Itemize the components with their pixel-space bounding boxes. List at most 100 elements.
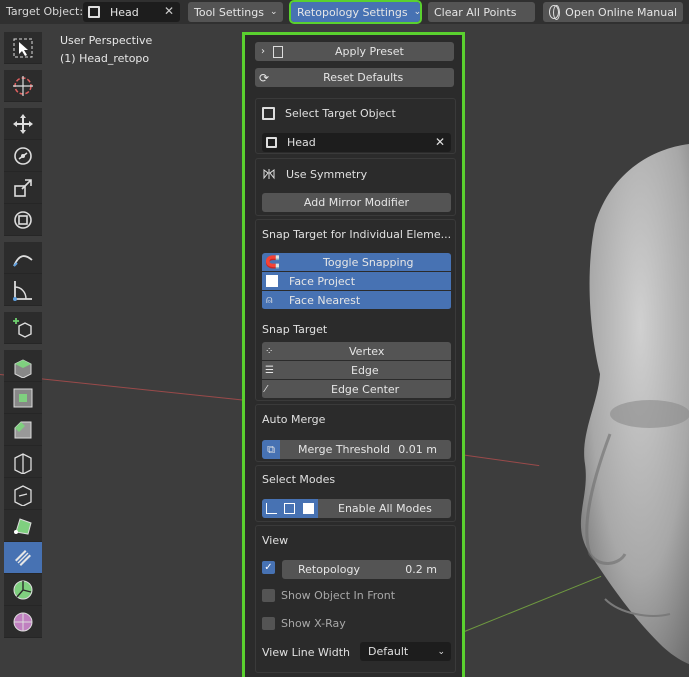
add-mirror-modifier-button[interactable]: Add Mirror Modifier bbox=[262, 193, 451, 212]
target-object-value: Head bbox=[110, 5, 139, 19]
show-xray-checkbox[interactable] bbox=[262, 617, 275, 630]
target-object-field[interactable]: Head ✕ bbox=[262, 133, 451, 152]
retopology-value: 0.2 m bbox=[405, 563, 437, 576]
tool-inset[interactable] bbox=[4, 382, 42, 414]
tool-annotate[interactable] bbox=[4, 242, 42, 274]
retopology-pencil-icon bbox=[14, 548, 32, 567]
vertex-button[interactable]: ⁘ Vertex bbox=[262, 342, 451, 361]
tool-extrude[interactable] bbox=[4, 350, 42, 382]
head-model bbox=[580, 144, 689, 664]
move-icon bbox=[13, 113, 33, 134]
select-target-section: Select Target Object Head ✕ bbox=[255, 98, 456, 154]
retopology-overlay-row: ✓ bbox=[262, 561, 281, 574]
knife-icon bbox=[14, 484, 32, 506]
reset-defaults-button[interactable]: ⟳ Reset Defaults bbox=[255, 68, 454, 87]
retopology-settings-dropdown[interactable]: Retopology Settings ⌄ bbox=[289, 0, 422, 24]
chevron-down-icon: ⌄ bbox=[413, 7, 422, 17]
object-icon bbox=[262, 107, 275, 120]
header-bar: Target Object: Head ✕ Tool Settings ⌄ Re… bbox=[0, 0, 689, 24]
annotate-icon bbox=[13, 254, 33, 267]
tool-scale[interactable] bbox=[4, 172, 42, 204]
show-xray-row[interactable]: Show X-Ray bbox=[262, 617, 346, 630]
tool-spin[interactable] bbox=[4, 574, 42, 606]
add-mirror-modifier-label: Add Mirror Modifier bbox=[303, 196, 410, 209]
tool-cursor[interactable] bbox=[4, 70, 42, 102]
inset-icon bbox=[13, 388, 33, 407]
object-icon bbox=[88, 6, 100, 18]
toggle-snapping-button[interactable]: 🧲 Toggle Snapping bbox=[262, 253, 451, 272]
clear-icon[interactable]: ✕ bbox=[435, 135, 445, 149]
target-object-value: Head bbox=[287, 136, 316, 149]
select-modes-title: Select Modes bbox=[262, 473, 336, 486]
line-width-label: View Line Width bbox=[262, 646, 350, 659]
snapping-stack: 🧲 Toggle Snapping Face Project ⍝ Face Ne… bbox=[262, 253, 451, 310]
tool-transform[interactable] bbox=[4, 204, 42, 236]
edge-center-button[interactable]: ⁄ Edge Center bbox=[262, 380, 451, 399]
snap-individual-title: Snap Target for Individual Eleme... bbox=[262, 228, 452, 241]
target-object-field[interactable]: Head ✕ bbox=[83, 2, 180, 22]
transform-icon bbox=[14, 210, 32, 229]
tool-poly-build[interactable] bbox=[4, 510, 42, 542]
select-cursor-icon bbox=[13, 38, 33, 57]
face-nearest-icon: ⍝ bbox=[266, 293, 273, 306]
auto-merge-section: Auto Merge ⧉ Merge Threshold 0.01 m bbox=[255, 404, 456, 462]
retopology-offset-slider[interactable]: Retopology 0.2 m bbox=[282, 560, 451, 579]
tool-shelf bbox=[4, 32, 42, 638]
face-mode-icon[interactable] bbox=[303, 503, 315, 514]
edge-label: Edge bbox=[351, 363, 379, 377]
tool-knife[interactable] bbox=[4, 478, 42, 510]
tool-smooth[interactable] bbox=[4, 606, 42, 638]
snap-target-stack: ⁘ Vertex ☰ Edge ⁄ Edge Center bbox=[262, 342, 451, 399]
auto-merge-title: Auto Merge bbox=[262, 413, 326, 426]
face-nearest-label: Face Nearest bbox=[289, 293, 361, 307]
show-in-front-checkbox[interactable] bbox=[262, 589, 275, 602]
edge-mode-icon[interactable] bbox=[284, 503, 296, 514]
line-width-row: View Line Width bbox=[262, 646, 350, 659]
clear-all-points-button[interactable]: Clear All Points bbox=[428, 2, 535, 22]
tool-select-box[interactable] bbox=[4, 32, 42, 64]
tool-move[interactable] bbox=[4, 108, 42, 140]
merge-threshold-value: 0.01 m bbox=[398, 443, 437, 456]
tool-rotate[interactable] bbox=[4, 140, 42, 172]
vertex-label: Vertex bbox=[349, 344, 385, 358]
show-xray-label: Show X-Ray bbox=[281, 617, 346, 630]
toggle-snapping-label: Toggle Snapping bbox=[323, 255, 414, 269]
edge-center-icon: ⁄ bbox=[265, 383, 267, 395]
tool-settings-label: Tool Settings bbox=[194, 5, 264, 19]
use-symmetry-row[interactable]: Use Symmetry bbox=[262, 167, 367, 181]
vertex-mode-icon[interactable] bbox=[265, 503, 277, 514]
merge-threshold-label: Merge Threshold bbox=[298, 443, 391, 456]
face-nearest-button[interactable]: ⍝ Face Nearest bbox=[262, 291, 451, 310]
clear-icon[interactable]: ✕ bbox=[164, 4, 174, 18]
reset-defaults-label: Reset Defaults bbox=[323, 71, 404, 84]
tool-measure[interactable] bbox=[4, 274, 42, 306]
butterfly-icon bbox=[262, 167, 276, 181]
snap-section: Snap Target for Individual Eleme... 🧲 To… bbox=[255, 219, 456, 401]
edge-button[interactable]: ☰ Edge bbox=[262, 361, 451, 380]
face-project-button[interactable]: Face Project bbox=[262, 272, 451, 291]
open-online-manual-label: Open Online Manual bbox=[565, 5, 677, 19]
tool-retopology[interactable] bbox=[4, 542, 42, 574]
open-online-manual-button[interactable]: Open Online Manual bbox=[543, 2, 683, 22]
mode-icons bbox=[262, 499, 318, 518]
object-icon bbox=[266, 137, 277, 148]
apply-preset-button[interactable]: › Apply Preset bbox=[255, 42, 454, 61]
show-in-front-row[interactable]: Show Object In Front bbox=[262, 589, 395, 602]
edge-icon: ☰ bbox=[265, 364, 274, 376]
tool-loop-cut[interactable] bbox=[4, 446, 42, 478]
chevron-down-icon: ⌄ bbox=[269, 7, 278, 17]
show-in-front-label: Show Object In Front bbox=[281, 589, 396, 602]
vertex-icon: ⁘ bbox=[265, 345, 274, 357]
tool-add-cube[interactable] bbox=[4, 312, 42, 344]
auto-merge-toggle-icon[interactable]: ⧉ bbox=[262, 440, 280, 459]
tool-bevel[interactable] bbox=[4, 414, 42, 446]
enable-all-modes-label: Enable All Modes bbox=[338, 502, 432, 515]
select-target-row[interactable]: Select Target Object bbox=[262, 107, 396, 120]
line-width-dropdown[interactable]: Default ⌄ bbox=[360, 642, 451, 661]
enable-all-modes-button[interactable]: Enable All Modes bbox=[262, 499, 451, 518]
tool-settings-dropdown[interactable]: Tool Settings ⌄ bbox=[188, 2, 283, 22]
retopology-checkbox[interactable]: ✓ bbox=[262, 561, 275, 574]
merge-threshold-slider[interactable]: ⧉ Merge Threshold 0.01 m bbox=[262, 440, 451, 459]
use-symmetry-label: Use Symmetry bbox=[286, 167, 368, 181]
retopology-label: Retopology bbox=[298, 563, 360, 576]
